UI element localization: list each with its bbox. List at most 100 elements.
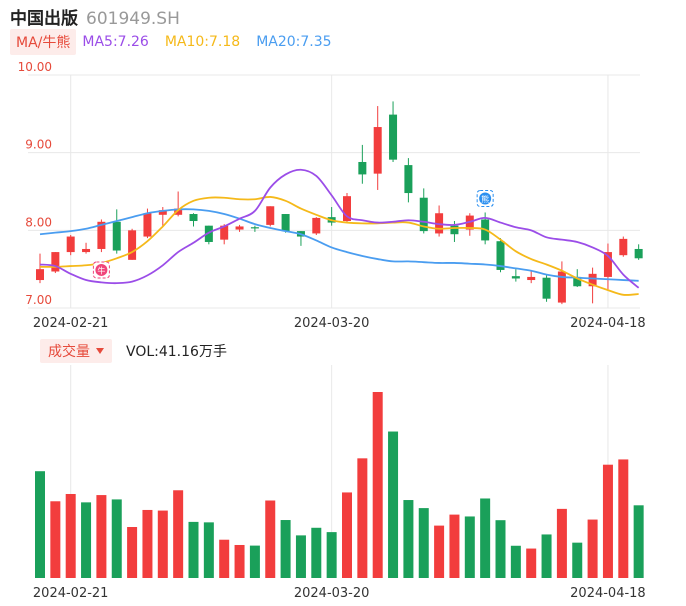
candle-body [634,248,643,259]
volume-bar [157,510,168,578]
candle-body [36,269,44,281]
price-x-axis-label: 2024-02-21 [33,316,109,331]
candlestick [51,252,60,274]
volume-bar [249,545,260,578]
price-axis-label: 10.00 [18,60,52,74]
bull-marker-icon-label: 牛 [97,265,105,275]
volume-x-axis-label: 2024-03-20 [294,586,370,601]
candlestick [128,228,137,260]
candlestick [250,225,259,232]
candle-body [619,238,628,256]
volume-x-axis-label: 2024-04-18 [570,586,646,601]
candlestick [312,217,321,235]
volume-bar [572,542,583,578]
candle-body [235,226,244,230]
candlestick [603,243,612,290]
volume-bar [587,519,598,578]
candlestick [266,206,275,227]
volume-bar [280,520,291,578]
volume-bar [541,534,552,578]
volume-bar [188,521,199,578]
volume-bar [203,522,214,578]
volume-bar [357,458,368,578]
volume-bar [326,532,337,578]
candlestick [634,244,643,260]
volume-bar [96,495,107,578]
bear-marker-icon-label: 熊 [481,194,489,204]
volume-bar [618,459,629,578]
candle-body [373,127,382,174]
volume-bar [602,464,613,578]
bear-marker-icon: 熊 [476,189,494,207]
candlestick [511,269,520,282]
candle-body [189,214,198,222]
candle-body [358,161,367,175]
candle-body [66,236,75,253]
candle-body [312,217,321,234]
volume-bar [510,545,521,578]
candle-body [527,276,536,281]
volume-bar [173,490,184,578]
volume-bar [464,516,475,578]
volume-bar [142,509,153,578]
volume-bar [81,502,92,578]
volume-bar [372,392,383,578]
candlestick [36,253,44,284]
volume-bar [403,500,414,578]
candle-body [51,252,60,272]
volume-bar [495,520,506,578]
volume-bar [234,544,245,578]
volume-bar [219,539,230,578]
candle-body [128,230,137,260]
volume-bar [342,492,352,578]
candle-body [542,277,551,299]
volume-bar [111,499,122,578]
volume-bar [311,527,322,578]
price-axis-label: 7.00 [25,293,52,307]
candlestick [66,234,75,256]
candlestick [358,144,367,184]
kline-chart[interactable]: 10.00 9.00 8.00 7.00 牛 熊 2024-02-21 2024-03-20 2… [0,0,686,606]
candlestick [373,106,382,190]
price-axis-label: 9.00 [25,138,52,152]
candlestick [527,271,536,284]
candlestick [235,224,244,232]
volume-bar [633,505,644,578]
price-x-axis-label: 2024-03-20 [294,316,370,331]
ma5-line [39,168,640,289]
volume-bar [127,527,138,578]
candle-body [404,165,413,194]
candlestick [112,209,121,254]
candlestick [189,213,198,227]
candlestick [389,101,398,162]
price-x-axis-label: 2024-04-18 [570,316,646,331]
volume-bar [65,493,76,578]
volume-bar [35,471,45,578]
bull-marker-icon: 牛 [92,261,110,279]
candlestick [542,275,551,302]
volume-bar [388,431,399,578]
candlestick [619,236,628,257]
price-axis-label: 8.00 [25,215,52,229]
candlestick [327,207,336,226]
candle-body [450,225,459,235]
volume-bar [50,501,61,578]
candlestick [435,205,444,237]
volume-bar [449,514,460,578]
volume-bar [526,548,537,578]
candle-body [112,221,121,251]
volume-bar [434,525,445,578]
candlestick [465,213,474,236]
volume-bar [418,508,429,578]
volume-bar [556,508,567,578]
candle-body [82,248,91,253]
candle-body [511,276,520,279]
volume-bar [480,498,491,578]
candlestick [82,242,91,254]
candlestick [404,158,413,203]
volume-bar [295,535,306,578]
candle-body [250,227,259,229]
candle-body [266,206,275,225]
volume-bar [265,500,276,578]
candle-body [389,114,398,160]
